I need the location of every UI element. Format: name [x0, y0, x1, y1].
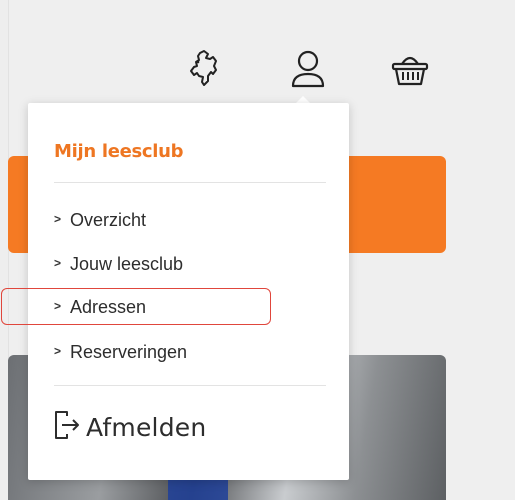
chevron-right-icon: > [54, 256, 62, 270]
menu-item-label: Reserveringen [70, 341, 188, 362]
header-icons [0, 46, 515, 96]
menu-title: Mijn leesclub [54, 141, 184, 162]
menu-item-overzicht[interactable]: > Overzicht [54, 207, 146, 233]
highlight-adressen [1, 288, 271, 325]
menu-item-jouw-leesclub[interactable]: > Jouw leesclub [54, 251, 183, 277]
logout-label: Afmelden [86, 412, 207, 442]
menu-item-reserveringen[interactable]: > Reserveringen [54, 339, 187, 365]
chevron-right-icon: > [54, 344, 62, 358]
menu-item-label: Jouw leesclub [70, 253, 184, 274]
chevron-right-icon: > [54, 212, 62, 226]
menu-item-label: Overzicht [70, 209, 147, 230]
logout-icon [54, 410, 80, 445]
logout-button[interactable]: Afmelden [54, 409, 206, 445]
page: Mijn leesclub > Overzicht > Jouw leesclu… [0, 0, 515, 500]
menu-divider-top [54, 182, 326, 183]
netherlands-map-icon[interactable] [181, 46, 227, 92]
basket-icon[interactable] [387, 46, 433, 92]
menu-divider-bottom [54, 385, 326, 386]
user-account-icon[interactable] [285, 46, 331, 92]
